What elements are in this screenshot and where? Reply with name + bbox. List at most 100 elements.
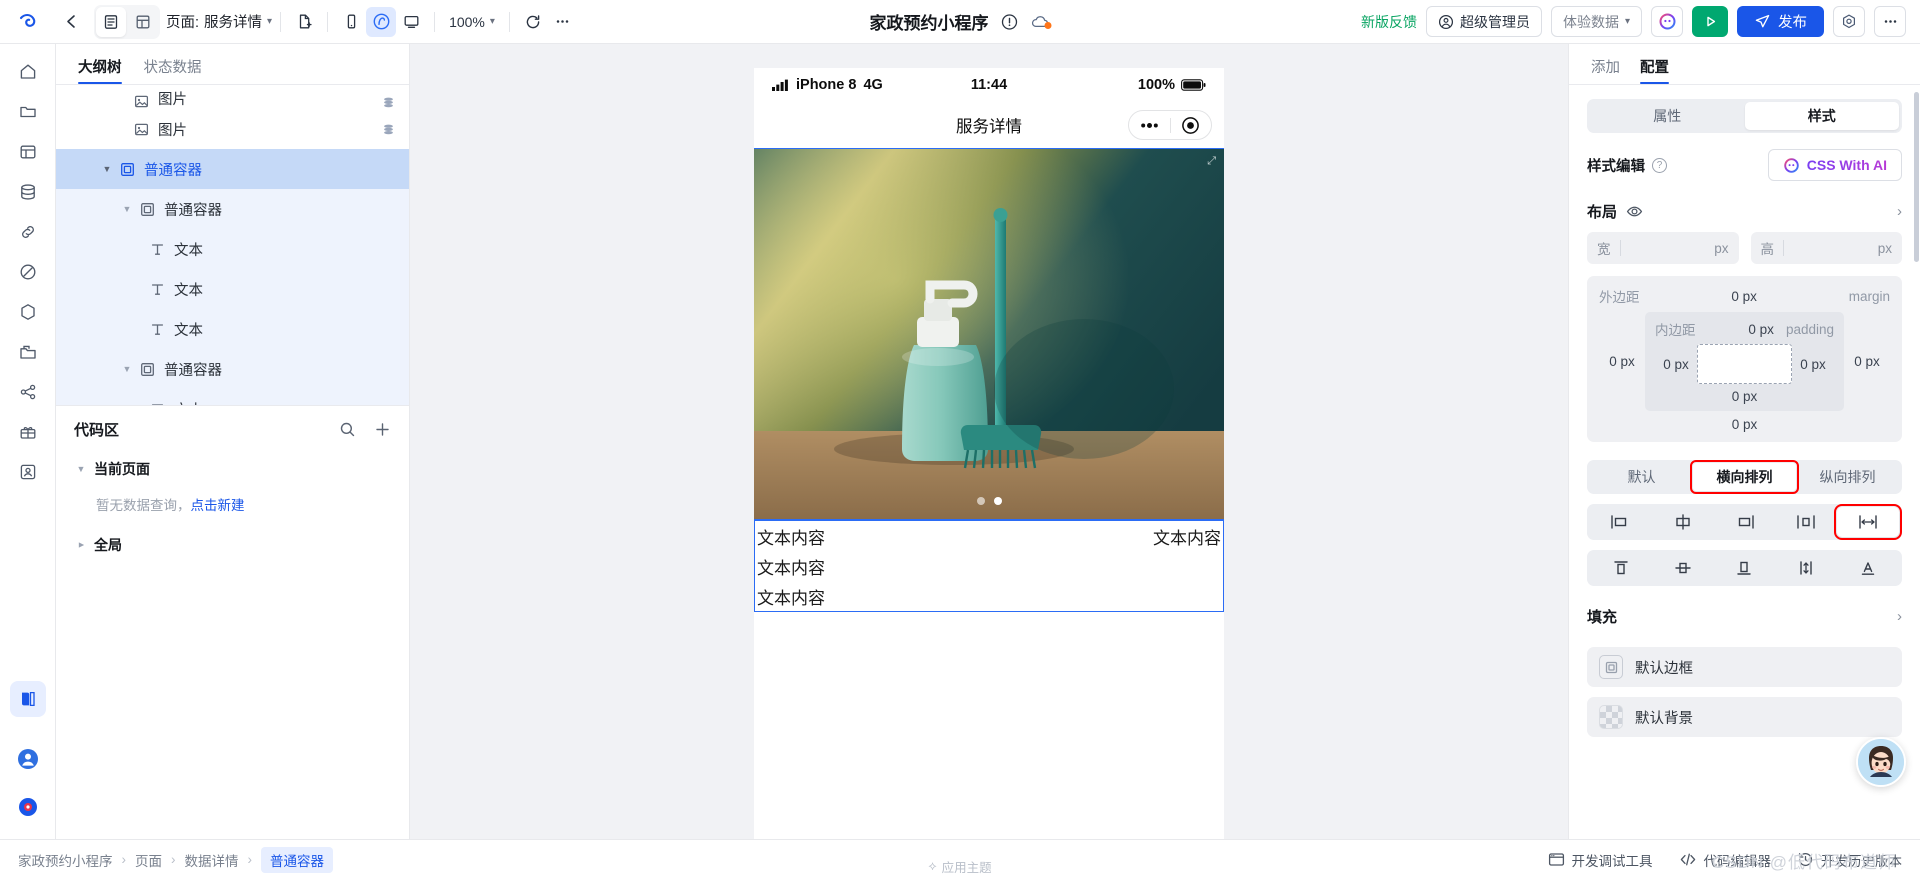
account-icon[interactable]	[10, 741, 46, 777]
apply-theme-chip[interactable]: ⟡ 应用主题	[928, 857, 991, 876]
expander-icon[interactable]: ▼	[118, 204, 136, 214]
help-icon[interactable]	[10, 789, 46, 825]
briefcase-icon[interactable]	[10, 334, 46, 370]
expander-icon[interactable]: ▼	[76, 536, 86, 554]
toolbar-overflow-button[interactable]	[1874, 6, 1906, 37]
database-icon[interactable]	[10, 174, 46, 210]
align-top-icon[interactable]	[1590, 553, 1652, 583]
back-button[interactable]	[56, 7, 86, 37]
breadcrumb-item-current[interactable]: 普通容器	[261, 846, 333, 873]
selected-container[interactable]: 文本内容 文本内容 文本内容 文本内容	[754, 520, 1224, 612]
ai-assistant-button[interactable]	[1651, 6, 1683, 37]
align-middle-icon[interactable]	[1652, 553, 1714, 583]
padding-left-value[interactable]: 0 px	[1655, 357, 1697, 372]
code-editor-button[interactable]: 代码编辑器	[1679, 850, 1771, 870]
tab-config[interactable]: 配置	[1640, 56, 1669, 84]
role-button[interactable]: 超级管理员	[1425, 6, 1542, 37]
direction-vertical[interactable]: 纵向排列	[1796, 463, 1899, 491]
target-circle-icon[interactable]	[1171, 116, 1212, 135]
hero-banner[interactable]: ⤢	[754, 148, 1224, 520]
history-versions-button[interactable]: 开发历史版本	[1797, 850, 1902, 870]
contacts-icon[interactable]	[10, 454, 46, 490]
gift-icon[interactable]	[10, 414, 46, 450]
toolbar-more-icon[interactable]	[548, 7, 578, 37]
direction-horizontal[interactable]: 横向排列	[1690, 460, 1799, 494]
justify-start-icon[interactable]	[1590, 507, 1652, 537]
search-icon[interactable]	[339, 421, 356, 438]
page-selector[interactable]: 页面: 服务详情 ▾	[166, 11, 272, 32]
align-baseline-icon[interactable]	[1837, 553, 1899, 583]
justify-end-icon[interactable]	[1714, 507, 1776, 537]
margin-right-value[interactable]: 0 px	[1844, 312, 1890, 411]
code-area-global[interactable]: ▼ 全局	[56, 528, 409, 562]
plus-icon[interactable]	[374, 421, 391, 438]
home-icon[interactable]	[10, 54, 46, 90]
link-icon[interactable]	[10, 214, 46, 250]
tab-state-data[interactable]: 状态数据	[144, 56, 202, 84]
outline-view-icon[interactable]	[96, 6, 126, 37]
breadcrumb-item-detail[interactable]: 数据详情	[185, 850, 239, 870]
tree-node-selected[interactable]: ▼ 普通容器	[56, 149, 409, 189]
tree-node[interactable]: 文本	[56, 269, 409, 309]
new-page-icon[interactable]	[289, 7, 319, 37]
layers-icon[interactable]	[10, 134, 46, 170]
align-stretch-icon[interactable]	[1775, 553, 1837, 583]
desktop-preview-icon[interactable]	[396, 7, 426, 37]
height-field[interactable]: 高 px	[1750, 232, 1902, 264]
create-new-link[interactable]: 点击新建	[191, 498, 245, 513]
expander-icon[interactable]: ▼	[118, 364, 136, 374]
chevron-right-icon[interactable]: ›	[1897, 203, 1902, 220]
devtools-button[interactable]: 开发调试工具	[1548, 850, 1653, 870]
run-button[interactable]	[1692, 6, 1728, 37]
align-bottom-icon[interactable]	[1714, 553, 1776, 583]
feedback-link[interactable]: 新版反馈	[1361, 12, 1417, 32]
justify-space-between-icon[interactable]	[1834, 504, 1902, 540]
text-row[interactable]: 文本内容 文本内容	[755, 521, 1223, 551]
tab-add[interactable]: 添加	[1591, 56, 1620, 84]
justify-center-icon[interactable]	[1652, 507, 1714, 537]
refresh-icon[interactable]	[518, 7, 548, 37]
share-icon[interactable]	[10, 374, 46, 410]
cloud-status-icon[interactable]	[1031, 14, 1052, 30]
book-icon[interactable]	[9, 681, 46, 717]
publish-button[interactable]: 发布	[1737, 6, 1824, 37]
settings-button[interactable]	[1833, 6, 1865, 37]
more-dots-icon[interactable]	[1129, 122, 1170, 129]
segment-properties[interactable]: 属性	[1590, 102, 1745, 130]
tab-outline-tree[interactable]: 大纲树	[78, 56, 122, 84]
assistant-avatar-icon[interactable]	[1856, 737, 1906, 787]
direction-default[interactable]: 默认	[1590, 463, 1693, 491]
grid-view-icon[interactable]	[128, 7, 158, 37]
chevron-right-icon[interactable]: ›	[1897, 608, 1902, 625]
question-icon[interactable]: ?	[1652, 157, 1667, 173]
expander-icon[interactable]: ▼	[72, 464, 90, 474]
brand-logo[interactable]	[0, 9, 56, 35]
cube-icon[interactable]	[10, 294, 46, 330]
tree-node[interactable]: ▼ 普通容器	[56, 349, 409, 389]
carousel-dot-active[interactable]	[993, 497, 1002, 505]
zoom-selector[interactable]: 100% ▾	[443, 11, 501, 33]
padding-right-value[interactable]: 0 px	[1792, 357, 1834, 372]
folder-icon[interactable]	[10, 94, 46, 130]
fill-item-border[interactable]: 默认边框	[1587, 647, 1902, 687]
tree-node[interactable]: ▼ 普通容器	[56, 189, 409, 229]
css-with-ai-button[interactable]: CSS With AI	[1767, 149, 1902, 181]
padding-bottom-value[interactable]: 0 px	[1655, 389, 1834, 404]
padding-top-value[interactable]: 0 px	[1748, 322, 1774, 337]
tree-node[interactable]: 文本	[56, 309, 409, 349]
breadcrumb-item-app[interactable]: 家政预约小程序	[18, 850, 113, 870]
wechat-preview-icon[interactable]	[366, 6, 397, 37]
margin-left-value[interactable]: 0 px	[1599, 312, 1645, 411]
data-env-selector[interactable]: 体验数据 ▾	[1550, 6, 1642, 37]
tree-node[interactable]: 文本	[56, 389, 409, 405]
text-line-3[interactable]: 文本内容	[755, 581, 1223, 611]
mobile-preview-icon[interactable]	[336, 7, 366, 37]
tree-node[interactable]: 图片	[56, 87, 409, 109]
tree-node[interactable]: 图片	[56, 109, 409, 149]
tree-node[interactable]: 文本	[56, 229, 409, 269]
breadcrumb-item-page[interactable]: 页面	[135, 850, 162, 870]
code-area-current-page[interactable]: ▼ 当前页面	[56, 452, 409, 486]
margin-top-value[interactable]: 0 px	[1731, 289, 1757, 304]
expander-icon[interactable]: ▼	[98, 164, 116, 174]
segment-styles[interactable]: 样式	[1744, 102, 1899, 130]
